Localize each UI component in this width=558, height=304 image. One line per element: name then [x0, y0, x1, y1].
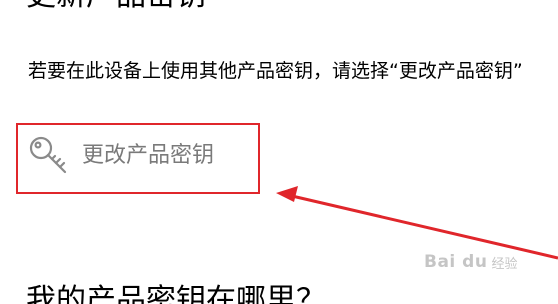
change-product-key-button[interactable]: 更改产品密钥: [28, 133, 214, 179]
change-product-key-label: 更改产品密钥: [82, 143, 215, 168]
watermark-logo: Bai du: [424, 252, 488, 272]
section-title: 更新产品密钥: [26, 0, 206, 14]
settings-page: 更新产品密钥 若要在此设备上使用其他产品密钥，请选择“更改产品密钥” 更改产品密…: [0, 0, 558, 304]
watermark-sub: 经验: [491, 256, 518, 272]
next-section-title: 我的产品密钥在哪里？: [26, 283, 326, 304]
baidu-watermark: Bai du 经验: [424, 252, 517, 272]
description-text: 若要在此设备上使用其他产品密钥，请选择“更改产品密钥”: [28, 60, 523, 82]
key-icon: [29, 136, 67, 174]
